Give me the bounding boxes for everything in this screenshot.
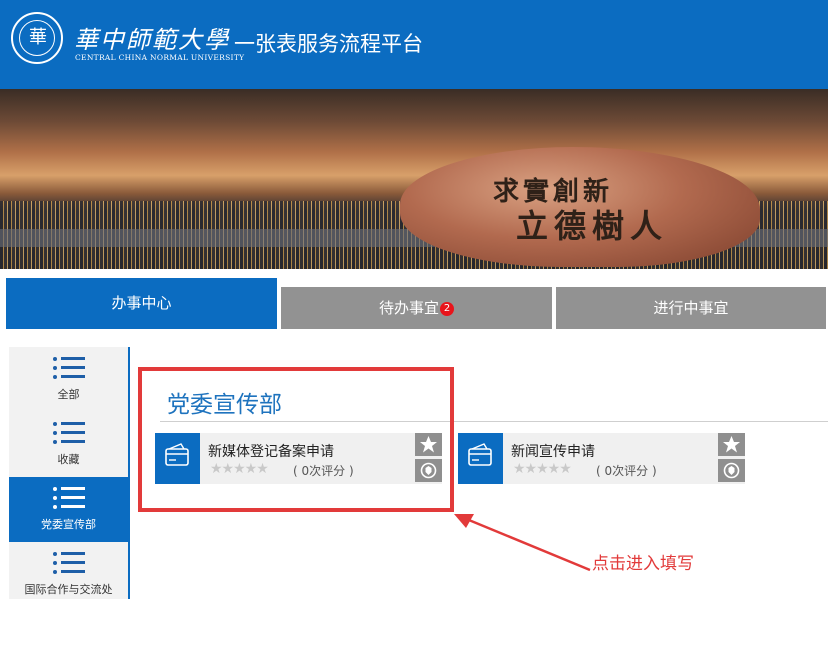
tab-label: 待办事宜: [378, 299, 439, 317]
tab-label: 进行中事宜: [653, 299, 729, 317]
list-line: [61, 440, 85, 443]
university-name-en: CENTRAL CHINA NORMAL UNIVERSITY: [75, 53, 245, 62]
list-bullet: [53, 421, 57, 426]
header-bar: 華 華中師範大學 CENTRAL CHINA NORMAL UNIVERSITY…: [0, 0, 828, 89]
list-line: [61, 431, 85, 434]
logo-seal-char: 華: [29, 27, 47, 48]
list-icon: [53, 550, 85, 576]
sidebar-item-all[interactable]: 全部: [9, 347, 128, 412]
list-line: [61, 357, 85, 360]
rating-count: ( 0次评分 ): [596, 464, 657, 478]
university-name-cn: 華中師範大學: [74, 26, 230, 54]
list-line: [61, 505, 85, 508]
app-title: 一张表服务流程平台: [234, 32, 423, 56]
category-sidebar: 全部 收藏 党委宣传部 国际合作与交流处: [9, 347, 130, 599]
service-card[interactable]: 新闻宣传申请 ★★★★★ ( 0次评分 ): [458, 433, 745, 484]
sidebar-item-label: 全部: [57, 388, 80, 401]
sidebar-item-label: 国际合作与交流处: [24, 583, 113, 596]
sidebar-item-label: 收藏: [57, 453, 80, 466]
banner-image: 求實創新 立德樹人: [0, 89, 828, 269]
rating-stars[interactable]: ★★★★★: [513, 461, 572, 477]
motto-line-2: 立德樹人: [516, 207, 669, 245]
sidebar-item-international-office[interactable]: 国际合作与交流处: [9, 542, 128, 607]
list-line: [61, 496, 85, 499]
list-bullet: [53, 486, 57, 491]
list-icon: [53, 420, 85, 446]
card-icon: [458, 433, 503, 484]
list-bullet: [53, 504, 57, 509]
list-bullet: [53, 365, 57, 370]
list-bullet: [53, 495, 57, 500]
tab-pending-items[interactable]: 待办事宜 2: [281, 287, 552, 329]
sidebar-item-label: 党委宣传部: [41, 518, 96, 531]
list-bullet: [53, 569, 57, 574]
evaluate-badge-button[interactable]: [718, 459, 745, 482]
list-line: [61, 366, 85, 369]
highlight-box: [138, 367, 454, 512]
tab-in-progress[interactable]: 进行中事宜: [556, 287, 826, 329]
university-logo-seal: 華: [11, 12, 63, 64]
sidebar-item-publicity-dept[interactable]: 党委宣传部: [9, 477, 128, 542]
list-line: [61, 561, 85, 564]
list-line: [61, 375, 85, 378]
favorite-star-button[interactable]: [718, 433, 745, 456]
list-line: [61, 570, 85, 573]
annotation-arrow: [454, 514, 591, 572]
list-line: [61, 422, 85, 425]
list-icon: [53, 485, 85, 511]
tab-label: 办事中心: [111, 294, 172, 312]
list-bullet: [53, 439, 57, 444]
service-name: 新闻宣传申请: [511, 444, 595, 460]
list-bullet: [53, 356, 57, 361]
list-line: [61, 552, 85, 555]
list-bullet: [53, 374, 57, 379]
annotation-text: 点击进入填写: [592, 554, 694, 574]
tab-service-center[interactable]: 办事中心: [6, 278, 277, 329]
pending-count-badge: 2: [440, 301, 454, 316]
list-bullet: [53, 551, 57, 556]
list-icon: [53, 355, 85, 381]
sidebar-item-favorites[interactable]: 收藏: [9, 412, 128, 477]
list-bullet: [53, 560, 57, 565]
list-line: [61, 487, 85, 490]
list-bullet: [53, 430, 57, 435]
